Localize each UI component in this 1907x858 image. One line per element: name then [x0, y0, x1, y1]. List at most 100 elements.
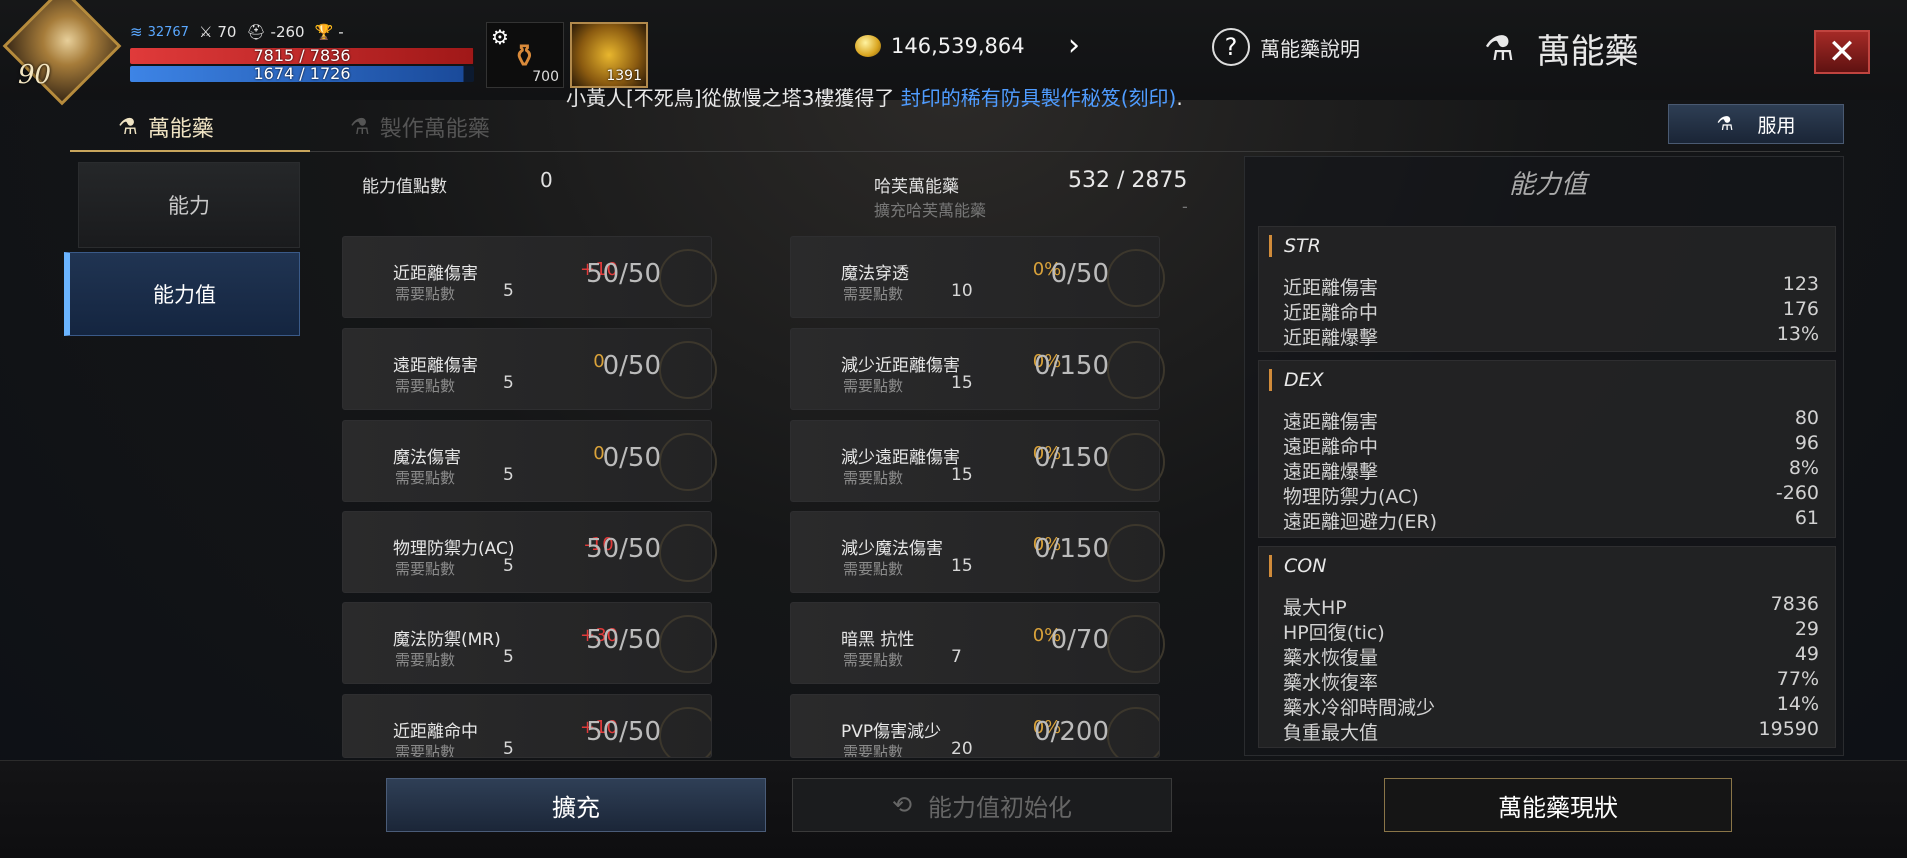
- stat-card[interactable]: 魔法傷害 需要點數 5 0 0/50: [342, 420, 717, 502]
- expand-label: 擴充: [552, 793, 600, 822]
- slot1-count: 700: [532, 69, 559, 85]
- chevron-right-icon[interactable]: ›: [1068, 28, 1080, 63]
- sword-icon: ⚔: [198, 23, 213, 41]
- card-name: 遠距離傷害: [393, 356, 478, 376]
- card-name: 近距離傷害: [393, 264, 478, 284]
- card-progress: 0/150: [1034, 351, 1109, 381]
- section-header: DEX: [1269, 369, 1324, 391]
- stat-card[interactable]: 暗黑 抗性 需要點數 7 0% 0/70: [790, 602, 1165, 684]
- progress-ring: [1107, 615, 1165, 673]
- stat-label: 藥水冷卻時間減少: [1283, 697, 1436, 719]
- tab-craft-elixir[interactable]: ⚗ 製作萬能藥: [350, 102, 490, 152]
- card-progress: 50/50: [586, 534, 661, 564]
- card-progress: 0/70: [1050, 625, 1109, 655]
- progress-ring: [659, 249, 717, 307]
- card-progress: 0/50: [1050, 259, 1109, 289]
- card-req-label: 需要點數: [843, 651, 904, 669]
- card-req-value: 5: [503, 739, 514, 758]
- stat-card[interactable]: 魔法穿透 需要點數 10 0% 0/50: [790, 236, 1165, 318]
- sidebar-item-label: 能力值: [153, 283, 216, 307]
- stat-label: 藥水恢復量: [1283, 647, 1379, 669]
- stat-value: 96: [1794, 432, 1819, 454]
- card-req-value: 5: [503, 556, 514, 576]
- progress-ring: [1107, 707, 1159, 757]
- sidebar-item-stats[interactable]: 能力值: [64, 252, 300, 336]
- stat-label: 物理防禦力(AC): [1283, 486, 1419, 508]
- sidebar-item-label: 能力: [168, 194, 210, 218]
- card-name: 魔法防禦(MR): [393, 630, 501, 650]
- progress-ring: [1107, 524, 1165, 582]
- card-progress: 0/50: [602, 351, 661, 381]
- card-req-label: 需要點數: [395, 377, 456, 395]
- card-progress: 0/50: [602, 443, 661, 473]
- mp-text: 1674 / 1726: [253, 64, 351, 83]
- window-title: ⚗ 萬能藥: [1484, 24, 1638, 73]
- stat-value: 80: [1794, 407, 1819, 429]
- card-req-value: 15: [951, 465, 973, 485]
- card-req-label: 需要點數: [395, 285, 456, 303]
- gold-value: 146,539,864: [891, 34, 1025, 58]
- stat-card[interactable]: 減少魔法傷害 需要點數 15 0% 0/150: [790, 511, 1165, 593]
- use-button[interactable]: ⚗ 服用: [1668, 104, 1844, 144]
- card-req-label: 需要點數: [843, 743, 904, 758]
- section-header: STR: [1269, 235, 1321, 257]
- stat-value: 13%: [1776, 323, 1819, 345]
- stat-card[interactable]: PVP傷害減少 需要點數 20 0% 0/200: [790, 694, 1160, 758]
- stat-card[interactable]: 近距離傷害 需要點數 5 +10 50/50: [342, 236, 717, 318]
- hp-text: 7815 / 7836: [253, 46, 351, 65]
- stat-value: -260: [1775, 482, 1819, 504]
- tab-elixir[interactable]: ⚗ 萬能藥: [118, 102, 214, 152]
- reset-stats-button[interactable]: ⟲ 能力值初始化: [792, 778, 1172, 832]
- stat-value: 7836: [1770, 593, 1819, 615]
- level-text: 90: [18, 60, 52, 90]
- progress-ring: [1107, 249, 1165, 307]
- card-name: 物理防禦力(AC): [393, 539, 515, 559]
- flask-icon: ⚗: [1716, 113, 1734, 135]
- sidebar-item-ability[interactable]: 能力: [78, 162, 300, 248]
- stat-label: 最大HP: [1283, 597, 1347, 619]
- card-name: 減少魔法傷害: [841, 539, 943, 559]
- card-progress: 0/150: [1034, 534, 1109, 564]
- stat-card[interactable]: 物理防禦力(AC) 需要點數 5 -10 50/50: [342, 511, 717, 593]
- stats-section-con: CON 最大HP 7836 HP回復(tic) 29 藥水恢復量 49 藥水恢復率 77…: [1258, 546, 1836, 748]
- card-name: 魔法穿透: [841, 264, 909, 284]
- expand-hayan-value: -: [1182, 197, 1188, 216]
- expand-button[interactable]: 擴充: [386, 778, 766, 832]
- quick-slot-elixir[interactable]: 1391: [570, 22, 648, 88]
- close-button[interactable]: ✕: [1814, 30, 1870, 74]
- stat-value: 176: [1782, 298, 1819, 320]
- quick-slot-potion[interactable]: ⚙ ⚱ 700: [486, 22, 564, 88]
- stat-card[interactable]: 減少近距離傷害 需要點數 15 0% 0/150: [790, 328, 1165, 410]
- stat-card[interactable]: 遠距離傷害 需要點數 5 0 0/50: [342, 328, 717, 410]
- stat-row: 遠距離命中 96: [1283, 432, 1819, 459]
- stat-row: 最大HP 7836: [1283, 593, 1819, 620]
- stat-label: 遠距離迴避力(ER): [1283, 511, 1438, 533]
- stat-card[interactable]: 魔法防禦(MR) 需要點數 5 +30 50/50: [342, 602, 717, 684]
- stat-row: 遠距離傷害 80: [1283, 407, 1819, 434]
- stat-row: HP回復(tic) 29: [1283, 618, 1819, 645]
- character-portrait[interactable]: 90: [2, 0, 130, 106]
- card-req-label: 需要點數: [395, 469, 456, 487]
- stat-card[interactable]: 近距離命中 需要點數 5 +10 50/50: [342, 694, 712, 758]
- card-name: 減少遠距離傷害: [841, 448, 960, 468]
- stat-value: 19590: [1758, 718, 1819, 740]
- help-button[interactable]: ? 萬能藥說明: [1212, 28, 1360, 66]
- mp-bar: 1674 / 1726: [130, 64, 474, 83]
- hayan-value: 532 / 2875: [1068, 168, 1188, 193]
- stat-row: 負重最大值 19590: [1283, 718, 1819, 745]
- expand-hayan-label: 擴充哈芙萬能藥: [874, 201, 987, 220]
- stats-section-str: STR 近距離傷害 123 近距離命中 176 近距離爆擊 13%: [1258, 226, 1836, 352]
- stat-row: 物理防禦力(AC) -260: [1283, 482, 1819, 509]
- elixir-icon: ⚗: [1484, 28, 1515, 69]
- card-req-value: 5: [503, 281, 514, 301]
- stat-label: 近距離爆擊: [1283, 327, 1379, 349]
- stat-card[interactable]: 減少遠距離傷害 需要點數 15 0% 0/150: [790, 420, 1165, 502]
- card-req-label: 需要點數: [843, 560, 904, 578]
- stats-section-dex: DEX 遠距離傷害 80 遠距離命中 96 遠距離爆擊 8% 物理防禦力(AC) -26…: [1258, 360, 1836, 538]
- status-label: 萬能藥現狀: [1498, 793, 1618, 822]
- elixir-status-button[interactable]: 萬能藥現狀: [1384, 778, 1732, 832]
- card-progress: 50/50: [586, 625, 661, 655]
- stat-value: 61: [1794, 507, 1819, 529]
- wing-icon: ≋: [130, 23, 143, 41]
- attack-value: 70: [217, 23, 237, 41]
